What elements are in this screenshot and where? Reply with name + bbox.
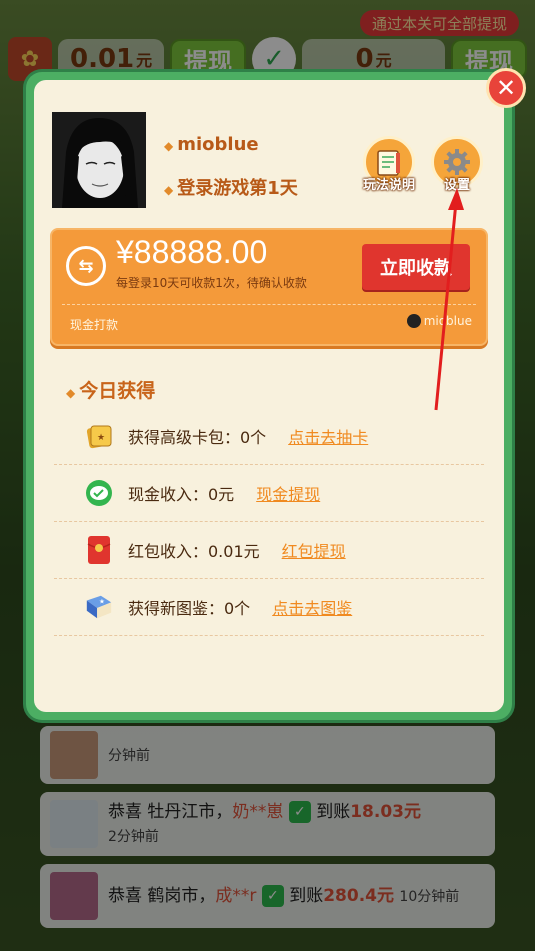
- reward-list: ★ 获得高级卡包：0个 点击去抽卡 现金收入：0元 现金提现 红包收入：0.01…: [54, 408, 484, 636]
- draw-card-link[interactable]: 点击去抽卡: [288, 424, 368, 448]
- payee: mioblue: [406, 314, 472, 328]
- cash-payout-label: 现金打款: [70, 318, 119, 332]
- cash-withdraw-link[interactable]: 现金提现: [256, 481, 320, 505]
- modal-panel: ✕ ◆ mioblue ◆ 登录游戏第1天 玩法说明 设置 ⇆ ¥88888.0…: [34, 68, 526, 712]
- collect-now-button[interactable]: 立即收款: [362, 244, 470, 290]
- collection-link[interactable]: 点击去图鉴: [272, 595, 352, 619]
- cash-note: 每登录10天可收款1次，待确认收款: [116, 276, 307, 290]
- login-days: ◆ 登录游戏第1天: [164, 178, 298, 199]
- red-envelope-icon: [84, 535, 114, 565]
- reward-label: 获得高级卡包：0个: [128, 428, 267, 447]
- close-icon: ✕: [495, 74, 517, 102]
- reward-label: 现金收入：0元: [128, 485, 235, 504]
- svg-text:★: ★: [97, 433, 105, 443]
- close-button[interactable]: ✕: [486, 68, 526, 108]
- rules-button[interactable]: 玩法说明: [360, 136, 418, 193]
- svg-text:★: ★: [99, 597, 105, 605]
- wechat-icon: [84, 478, 114, 508]
- list-item: 现金收入：0元 现金提现: [54, 465, 484, 522]
- reward-label: 红包收入：0.01元: [128, 542, 260, 561]
- settings-button[interactable]: 设置: [428, 136, 486, 193]
- list-item: ★ 获得高级卡包：0个 点击去抽卡: [54, 408, 484, 465]
- avatar: [52, 112, 146, 208]
- reward-label: 获得新图鉴：0个: [128, 599, 251, 618]
- book-icon: ★: [84, 592, 114, 622]
- list-item: ★ 获得新图鉴：0个 点击去图鉴: [54, 579, 484, 636]
- card-pack-icon: ★: [84, 421, 114, 451]
- mini-avatar-icon: [406, 314, 421, 328]
- cash-amount: ¥88888.00: [116, 234, 268, 270]
- profile-modal: ✕ ◆ mioblue ◆ 登录游戏第1天 玩法说明 设置 ⇆ ¥88888.0…: [26, 68, 526, 720]
- username: ◆ mioblue: [164, 134, 259, 155]
- rules-label: 玩法说明: [362, 178, 415, 193]
- cash-card: ⇆ ¥88888.00 每登录10天可收款1次，待确认收款 立即收款 现金打款 …: [50, 228, 488, 346]
- red-envelope-withdraw-link[interactable]: 红包提现: [282, 538, 346, 562]
- exchange-icon: ⇆: [66, 246, 106, 286]
- divider: [62, 304, 476, 305]
- settings-label: 设置: [443, 178, 470, 193]
- today-title: ◆ 今日获得: [66, 380, 156, 402]
- list-item: 红包收入：0.01元 红包提现: [54, 522, 484, 579]
